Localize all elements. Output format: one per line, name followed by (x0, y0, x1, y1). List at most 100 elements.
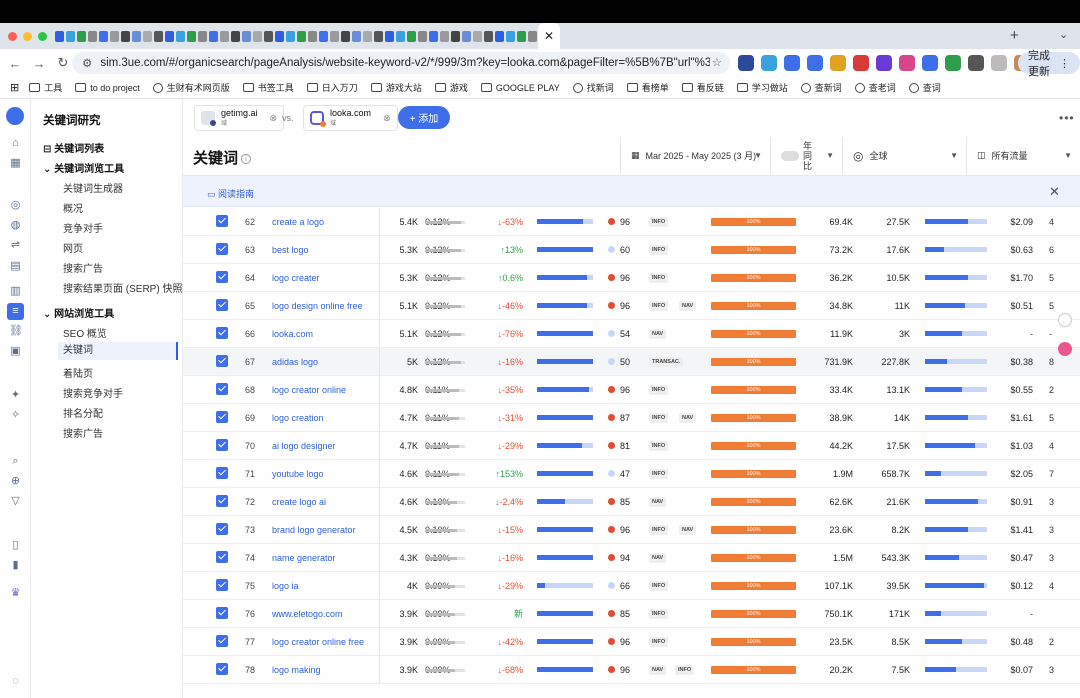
ads-icon[interactable]: ▣ (9, 345, 22, 358)
user-avatar[interactable] (6, 107, 24, 125)
table-row[interactable]: 75 logo ia 4K 0.09% ↓-29% 66 INFO 100% 1… (183, 572, 1080, 600)
extension-icon[interactable] (968, 55, 984, 71)
mobile-icon[interactable]: ▮ (9, 559, 22, 572)
toggle-switch[interactable] (781, 150, 799, 161)
sidebar-item-rank-distribution[interactable]: 排名分配 (63, 405, 103, 420)
tab-favicon[interactable] (407, 30, 416, 42)
tab-favicon[interactable] (319, 30, 328, 42)
dashboard-icon[interactable]: ▦ (9, 157, 22, 170)
update-button[interactable]: 完成更新 ⋮ (1018, 50, 1080, 78)
add-domain-button[interactable]: + 添加 (398, 106, 450, 129)
tab-favicon[interactable] (242, 30, 251, 42)
bookmark-item[interactable]: 游戏大站 (370, 81, 422, 94)
tab-favicon[interactable] (506, 30, 515, 42)
crown-icon[interactable]: ♛ (9, 587, 22, 600)
keyword-research-icon[interactable]: ≡ (7, 303, 24, 320)
row-checkbox[interactable] (216, 579, 228, 591)
keyword-link[interactable]: create logo ai (272, 488, 326, 516)
row-checkbox[interactable] (216, 607, 228, 619)
tab-favicon[interactable] (396, 30, 405, 42)
tab-favicon[interactable] (176, 30, 185, 42)
globe-icon[interactable]: ◎ (9, 199, 22, 212)
table-row[interactable]: 73 brand logo generator 4.5K 0.10% ↓-15%… (183, 516, 1080, 544)
traffic-select[interactable]: ◫ 所有流量 ▼ (966, 137, 1080, 174)
filter-icon[interactable]: ▽ (9, 495, 22, 508)
tab-favicon[interactable] (187, 30, 196, 42)
extension-icon[interactable] (738, 55, 754, 71)
keyword-link[interactable]: www.eletogo.com (272, 600, 343, 628)
keyword-link[interactable]: youtube logo (272, 460, 324, 488)
extension-icon[interactable] (922, 55, 938, 71)
tab-favicon[interactable] (473, 30, 482, 42)
tab-favicon[interactable] (429, 30, 438, 42)
bookmark-item[interactable]: 看榜单 (626, 81, 669, 94)
region-select[interactable]: ◎ 全球 ▼ (842, 137, 966, 174)
tab-favicon[interactable] (154, 30, 163, 42)
bookmark-item[interactable]: 日入万刀 (306, 81, 358, 94)
tab-favicon[interactable] (517, 30, 526, 42)
tab-favicon[interactable] (209, 30, 218, 42)
extension-icon[interactable] (945, 55, 961, 71)
report-icon[interactable]: ▤ (9, 260, 22, 273)
keyword-link[interactable]: logo creater (272, 264, 320, 292)
new-tab-icon[interactable]: + (1010, 27, 1019, 44)
table-row[interactable]: 68 logo creator online 4.8K 0.11% ↓-35% … (183, 376, 1080, 404)
apps-grid-icon[interactable]: ⊞ (10, 81, 19, 94)
tab-favicon[interactable] (132, 30, 141, 42)
row-checkbox[interactable] (216, 383, 228, 395)
date-range-select[interactable]: ▦ Mar 2025 - May 2025 (3 月) ▼ (620, 137, 770, 174)
sidebar-item-competitors[interactable]: 竞争对手 (63, 220, 103, 235)
close-window-icon[interactable] (8, 31, 17, 41)
chart-icon[interactable]: ▥ (9, 285, 22, 298)
tab-favicon[interactable] (352, 30, 361, 42)
row-checkbox[interactable] (216, 299, 228, 311)
row-checkbox[interactable] (216, 243, 228, 255)
tab-favicon[interactable] (110, 30, 119, 42)
sidebar-item-site-search-ads[interactable]: 搜索广告 (63, 425, 103, 440)
search-icon[interactable]: ⌕ (9, 455, 22, 468)
table-row[interactable]: 71 youtube logo 4.6K 0.11% ↑153% 47 INFO… (183, 460, 1080, 488)
bookmark-item[interactable]: 找新词 (572, 81, 614, 94)
table-row[interactable]: 62 create a logo 5.4K 0.12% ↓-63% 96 INF… (183, 208, 1080, 236)
forward-icon[interactable]: → (30, 56, 48, 71)
bookmark-star-icon[interactable]: ☆ (712, 55, 722, 69)
table-row[interactable]: 65 logo design online free 5.1K 0.12% ↓-… (183, 292, 1080, 320)
extension-icon[interactable] (853, 55, 869, 71)
reading-guide-banner[interactable]: ▭ 阅读指南 ✕ (183, 175, 1080, 207)
sidebar-item-keyword-list[interactable]: ⊟ 关键词列表 (43, 140, 104, 155)
bookmark-item[interactable]: 生财有术网页版 (152, 81, 230, 94)
sidebar-item-keywords[interactable]: 关键词 (58, 342, 178, 360)
table-row[interactable]: 74 name generator 4.3K 0.10% ↓-16% 94 NA… (183, 544, 1080, 572)
tab-favicon[interactable] (77, 30, 86, 42)
bookmark-item[interactable]: GOOGLE PLAY (480, 83, 560, 93)
table-row[interactable]: 63 best logo 5.3K 0.12% ↑13% 60 INFO 100… (183, 236, 1080, 264)
compare-icon[interactable]: ⇌ (9, 239, 22, 252)
tab-list-chevron-icon[interactable]: ⌄ (1059, 28, 1068, 41)
row-checkbox[interactable] (216, 663, 228, 675)
tab-favicon[interactable] (440, 30, 449, 42)
bookmark-item[interactable]: to do project (75, 83, 140, 93)
tab-favicon[interactable] (363, 30, 372, 42)
row-checkbox[interactable] (216, 327, 228, 339)
bookmark-item[interactable]: 学习做站 (736, 81, 788, 94)
back-icon[interactable]: ← (6, 56, 24, 71)
keyword-link[interactable]: best logo (272, 236, 309, 264)
tab-favicon[interactable] (231, 30, 240, 42)
sidebar-item-serp-snapshot[interactable]: 搜索结果页面 (SERP) 快照 (63, 280, 182, 295)
tab-favicon[interactable] (330, 30, 339, 42)
row-checkbox[interactable] (216, 467, 228, 479)
zoom-icon[interactable]: ⊕ (9, 475, 22, 488)
keyword-link[interactable]: ai logo designer (272, 432, 336, 460)
extension-icon[interactable] (807, 55, 823, 71)
domain-chip-1[interactable]: getimg.ai 域 ⊗ (194, 105, 285, 131)
sidebar-item-seo-overview[interactable]: SEO 概览 (63, 325, 107, 340)
bookmark-item[interactable]: 看反链 (681, 81, 724, 94)
tab-favicon[interactable] (528, 30, 537, 42)
tab-favicon[interactable] (198, 30, 207, 42)
extension-icon[interactable] (784, 55, 800, 71)
minimize-window-icon[interactable] (23, 31, 32, 41)
tab-favicon[interactable] (308, 30, 317, 42)
sidebar-item-landing-pages[interactable]: 着陆页 (63, 365, 93, 380)
extension-icon[interactable] (761, 55, 777, 71)
table-row[interactable]: 77 logo creator online free 3.9K 0.09% ↓… (183, 628, 1080, 656)
